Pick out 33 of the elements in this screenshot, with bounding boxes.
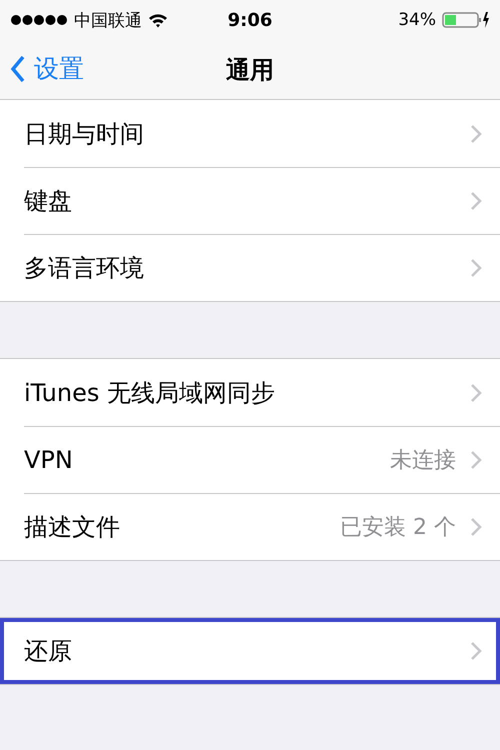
- wifi-icon: [148, 12, 168, 28]
- settings-row[interactable]: 键盘: [0, 167, 500, 234]
- chevron-icon: [470, 258, 482, 278]
- row-label: 日期与时间: [24, 118, 145, 150]
- row-value: 未连接: [390, 446, 456, 474]
- settings-row[interactable]: 多语言环境: [0, 234, 500, 301]
- chevron-icon: [470, 124, 482, 144]
- chevron-icon: [470, 516, 482, 536]
- back-button[interactable]: 设置: [10, 52, 84, 85]
- chevron-icon: [470, 641, 482, 661]
- settings-row[interactable]: 描述文件 已安装 2 个: [0, 493, 500, 560]
- carrier-name: 中国联通: [74, 10, 142, 32]
- settings-row[interactable]: iTunes 无线局域网同步: [0, 359, 500, 426]
- row-label: 描述文件: [24, 512, 121, 542]
- signal-icon: [10, 14, 68, 26]
- row-label: iTunes 无线局域网同步: [24, 378, 276, 408]
- chevron-icon: [470, 382, 482, 402]
- nav-title: 通用: [226, 54, 274, 86]
- clock-time: 9:06: [228, 10, 272, 30]
- settings-row[interactable]: VPN 未连接: [0, 426, 500, 493]
- row-label: VPN: [24, 446, 74, 474]
- chevron-icon: [470, 450, 482, 470]
- row-value: 已安装 2 个: [340, 514, 456, 542]
- back-label[interactable]: 设置: [34, 52, 84, 85]
- battery-icon: [442, 11, 490, 29]
- settings-row[interactable]: 日期与时间: [0, 100, 500, 167]
- chevron-icon: [470, 190, 482, 210]
- row-label: 多语言环境: [24, 252, 145, 284]
- back-chevron-icon: [10, 54, 26, 82]
- highlighted-settings-row[interactable]: 还原: [0, 618, 500, 684]
- row-label: 还原: [24, 636, 73, 667]
- battery-percent: 34%: [398, 10, 436, 30]
- row-label: 键盘: [24, 186, 73, 216]
